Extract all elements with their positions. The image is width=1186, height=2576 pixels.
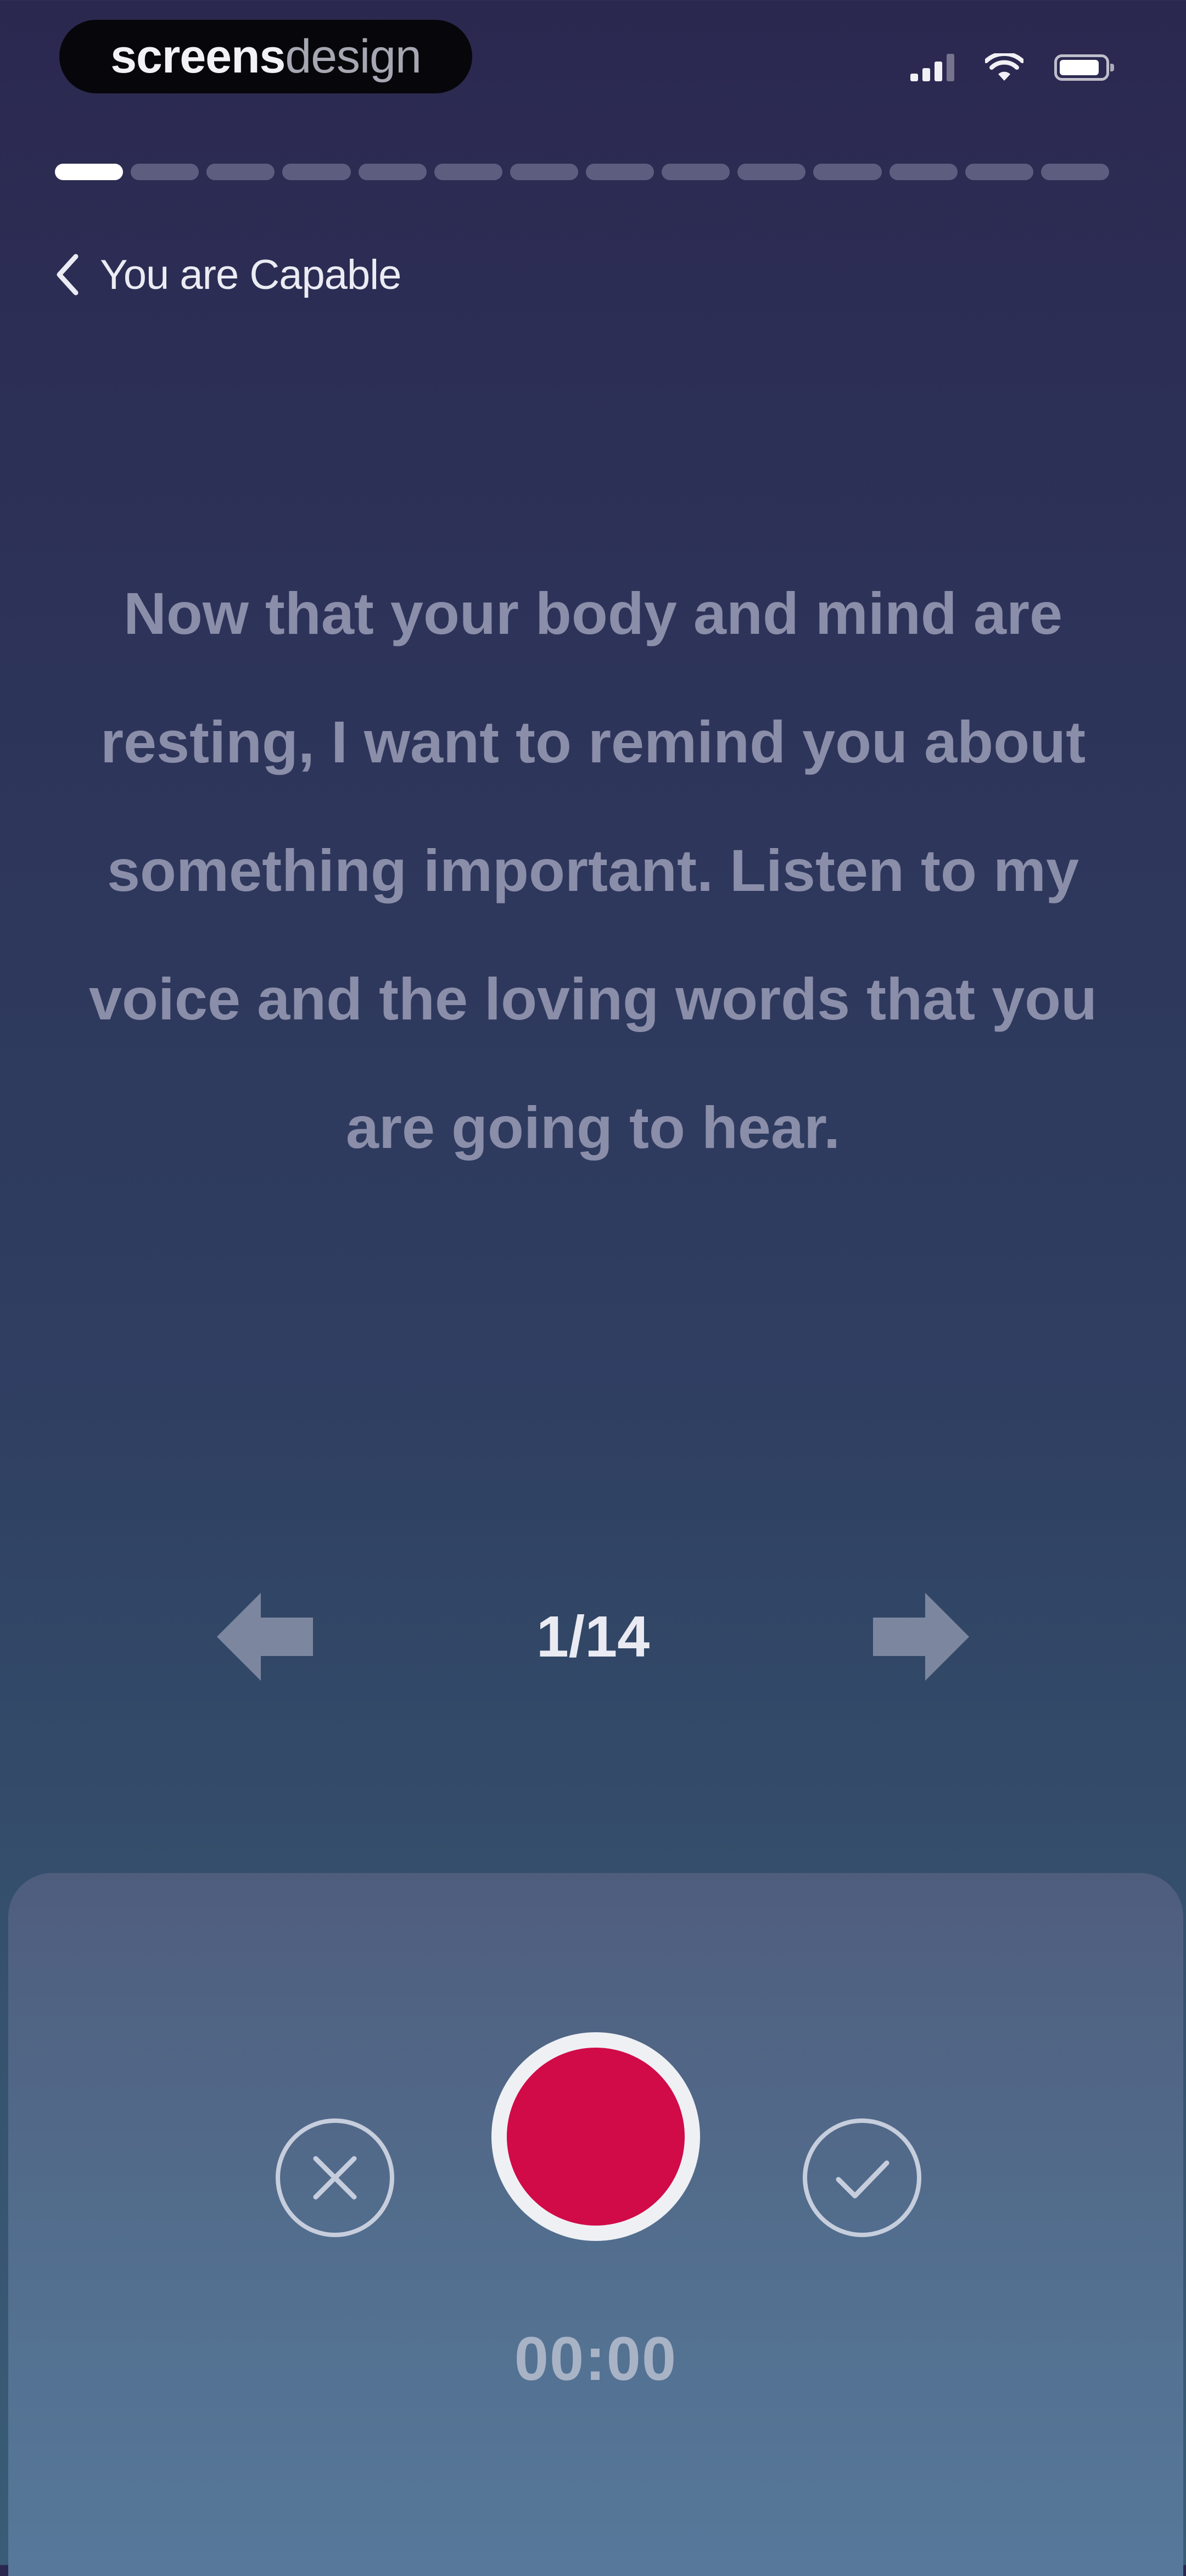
recorder-panel: 00:00 — [8, 1873, 1183, 2576]
progress-segment — [813, 164, 882, 180]
progress-segment — [737, 164, 806, 180]
chevron-left-icon — [57, 254, 79, 295]
confirm-recording-button[interactable] — [799, 2115, 925, 2241]
brand-logo-bold: screens — [110, 30, 286, 83]
previous-page-button[interactable] — [211, 1582, 321, 1692]
progress-segment — [965, 164, 1033, 180]
signal-icon — [910, 54, 954, 81]
wifi-icon — [985, 53, 1023, 81]
progress-segment — [1040, 164, 1109, 180]
progress-bar — [55, 164, 1109, 180]
progress-segment — [55, 164, 124, 180]
record-button[interactable] — [491, 2032, 700, 2241]
progress-segment — [282, 164, 351, 180]
close-circle-icon — [276, 2118, 394, 2237]
recording-timer: 00:00 — [514, 2324, 678, 2393]
back-label: You are Capable — [100, 251, 401, 298]
brand-logo: screens design — [59, 20, 472, 93]
battery-icon — [1054, 54, 1114, 81]
status-icons — [910, 48, 1114, 87]
arrow-right-icon — [873, 1593, 969, 1681]
progress-segment — [662, 164, 730, 180]
discard-recording-button[interactable] — [272, 2115, 398, 2241]
progress-segment — [585, 164, 654, 180]
progress-segment — [510, 164, 578, 180]
status-bar: screens design — [0, 0, 1186, 121]
progress-segment — [434, 164, 502, 180]
back-button[interactable]: You are Capable — [51, 247, 401, 302]
script-text: Now that your body and mind are resting,… — [88, 580, 1098, 1161]
progress-segment — [358, 164, 427, 180]
brand-logo-light: design — [285, 30, 421, 83]
page-navigator: 1/14 — [0, 1582, 1186, 1692]
progress-segment — [206, 164, 275, 180]
progress-segment — [131, 164, 199, 180]
arrow-left-icon — [217, 1593, 313, 1681]
record-indicator — [507, 2048, 685, 2226]
progress-segment — [889, 164, 958, 180]
check-circle-icon — [803, 2118, 921, 2237]
next-page-button[interactable] — [865, 1582, 975, 1692]
page-counter: 1/14 — [536, 1604, 650, 1669]
